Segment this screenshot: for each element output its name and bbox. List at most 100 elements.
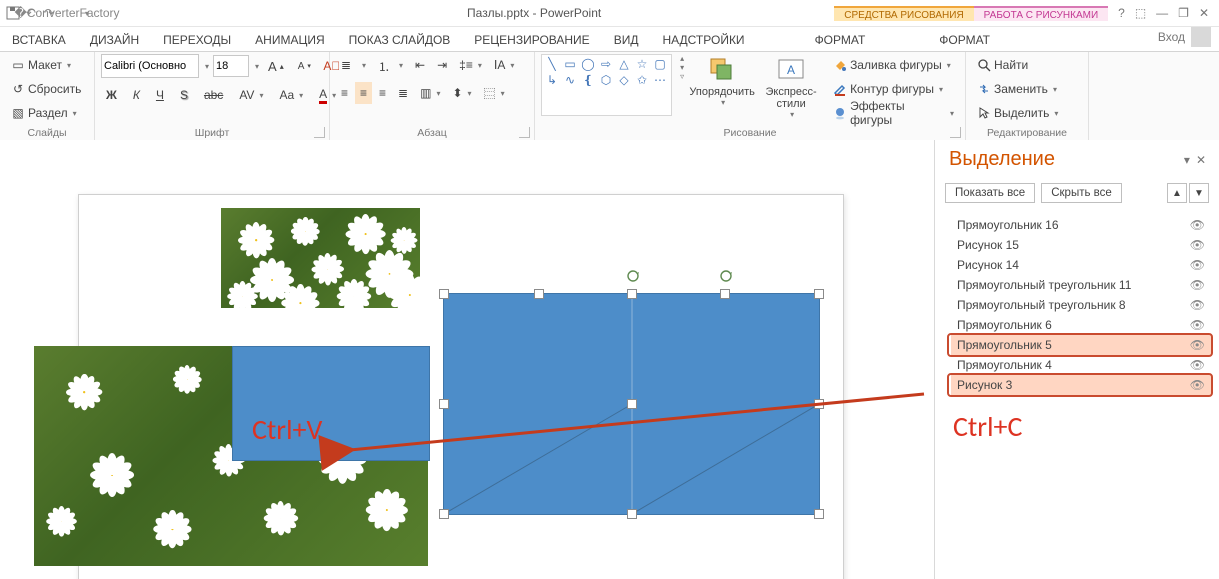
shape-star-icon[interactable]: ☆	[634, 57, 650, 71]
justify-button[interactable]: ≣	[393, 82, 413, 104]
rotation-handle-1[interactable]	[627, 270, 639, 282]
visibility-toggle-icon[interactable]: 👁	[1190, 318, 1205, 332]
selection-handle-br[interactable]	[814, 509, 824, 519]
selection-item-2[interactable]: Рисунок 14👁	[951, 255, 1211, 275]
pane-close-icon[interactable]: ✕	[1193, 153, 1209, 167]
shape-effects-button[interactable]: Эффекты фигуры▾	[828, 102, 959, 124]
tab-format-picture[interactable]: ФОРМАТ	[927, 28, 1002, 51]
font-name-combo[interactable]	[101, 54, 199, 78]
numbering-button[interactable]: ⒈▾	[373, 54, 408, 76]
rotation-handle-2[interactable]	[720, 270, 732, 282]
selection-handle-bm[interactable]	[627, 509, 637, 519]
quick-styles-button[interactable]: A Экспресс-стили▾	[760, 54, 822, 121]
selection-handle-inner-t2[interactable]	[720, 289, 730, 299]
reset-button[interactable]: ↺ Сбросить	[6, 78, 88, 100]
shape-oval-icon[interactable]: ◯	[580, 57, 596, 71]
selection-handle-ml[interactable]	[439, 399, 449, 409]
selection-handle-inner-t1[interactable]	[534, 289, 544, 299]
tab-addins[interactable]: НАДСТРОЙКИ	[650, 28, 756, 51]
change-case-button[interactable]: Aa▾	[274, 84, 308, 106]
shape-brace-icon[interactable]: ❴	[580, 73, 596, 87]
shrink-font-button[interactable]: A▾	[293, 55, 316, 77]
line-spacing-button[interactable]: ‡≡▾	[454, 54, 487, 76]
pane-options-icon[interactable]: ▾	[1181, 153, 1193, 167]
section-button[interactable]: ▧ Раздел▾	[6, 102, 88, 124]
gallery-scroll-down-icon[interactable]: ▾	[678, 63, 684, 72]
shape-hexagon-icon[interactable]: ⬡	[598, 73, 614, 87]
shape-curve-icon[interactable]: ∿	[562, 73, 578, 87]
shape-callout-icon[interactable]: ✩	[634, 73, 650, 87]
find-button[interactable]: Найти	[972, 54, 1082, 76]
selection-handle-bl[interactable]	[439, 509, 449, 519]
font-dialog-launcher-icon[interactable]	[314, 127, 325, 138]
visibility-toggle-icon[interactable]: 👁	[1190, 278, 1205, 292]
shape-roundrect-icon[interactable]: ▢	[652, 57, 668, 71]
visibility-toggle-icon[interactable]: 👁	[1190, 358, 1205, 372]
tab-animations[interactable]: АНИМАЦИЯ	[243, 28, 336, 51]
bullets-button[interactable]: ≣▾	[336, 54, 371, 76]
strikethrough-button[interactable]: abc	[199, 84, 228, 106]
text-direction-button[interactable]: ⅠA▾	[489, 54, 520, 76]
convert-smartart-button[interactable]: ⿳▾	[479, 82, 510, 104]
shape-connector-icon[interactable]: ↳	[544, 73, 560, 87]
tab-format-drawing[interactable]: ФОРМАТ	[803, 28, 878, 51]
shape-fill-button[interactable]: Заливка фигуры▾	[828, 54, 959, 76]
help-icon[interactable]: ?	[1118, 6, 1125, 20]
selection-handle-mr[interactable]	[814, 399, 824, 409]
selection-item-6[interactable]: Прямоугольник 5👁	[951, 335, 1211, 355]
ribbon-display-options-icon[interactable]: ⬚	[1135, 6, 1146, 20]
picture-daisies-top[interactable]	[221, 208, 420, 308]
tab-transitions[interactable]: ПЕРЕХОДЫ	[151, 28, 243, 51]
paragraph-dialog-launcher-icon[interactable]	[519, 127, 530, 138]
align-right-button[interactable]: ≡	[374, 82, 391, 104]
restore-icon[interactable]: ❐	[1178, 6, 1189, 20]
selection-item-4[interactable]: Прямоугольный треугольник 8👁	[951, 295, 1211, 315]
tab-insert[interactable]: ВСТАВКА	[0, 28, 78, 51]
increase-indent-button[interactable]: ⇥	[432, 54, 452, 76]
visibility-toggle-icon[interactable]: 👁	[1190, 218, 1205, 232]
decrease-indent-button[interactable]: ⇤	[410, 54, 430, 76]
grow-font-button[interactable]: A▴	[263, 55, 289, 77]
start-slideshow-icon[interactable]: �ConverterFactory	[60, 6, 74, 20]
font-name-dropdown-icon[interactable]: ▾	[203, 62, 209, 71]
visibility-toggle-icon[interactable]: 👁	[1190, 338, 1205, 352]
shape-more-icon[interactable]: ⋯	[652, 73, 668, 87]
hide-all-button[interactable]: Скрыть все	[1041, 183, 1122, 203]
shape-rect-icon[interactable]: ▭	[562, 57, 578, 71]
slide-canvas[interactable]: Ctrl+V	[0, 140, 934, 579]
selection-handle-tm[interactable]	[627, 289, 637, 299]
move-down-icon[interactable]: ▼	[1189, 183, 1209, 203]
close-icon[interactable]: ✕	[1199, 6, 1209, 20]
selection-item-3[interactable]: Прямоугольный треугольник 11👁	[951, 275, 1211, 295]
char-spacing-button[interactable]: AV▾	[234, 84, 268, 106]
underline-button[interactable]: Ч	[151, 84, 169, 106]
drawing-dialog-launcher-icon[interactable]	[950, 127, 961, 138]
selection-handle-tl[interactable]	[439, 289, 449, 299]
shape-triangle-icon[interactable]: △	[616, 57, 632, 71]
visibility-toggle-icon[interactable]: 👁	[1190, 298, 1205, 312]
tab-review[interactable]: РЕЦЕНЗИРОВАНИЕ	[462, 28, 601, 51]
minimize-icon[interactable]: —	[1156, 6, 1168, 20]
shape-diamond-icon[interactable]: ◇	[616, 73, 632, 87]
visibility-toggle-icon[interactable]: 👁	[1190, 258, 1205, 272]
arrange-button[interactable]: Упорядочить▾	[690, 54, 754, 109]
selection-item-5[interactable]: Прямоугольник 6👁	[951, 315, 1211, 335]
tab-view[interactable]: ВИД	[602, 28, 651, 51]
selection-item-0[interactable]: Прямоугольник 16👁	[951, 215, 1211, 235]
align-left-button[interactable]: ≡	[336, 82, 353, 104]
shape-line-icon[interactable]: ╲	[544, 57, 560, 71]
visibility-toggle-icon[interactable]: 👁	[1190, 238, 1205, 252]
sign-in-control[interactable]: Вход	[1150, 23, 1219, 51]
align-text-button[interactable]: ⬍▾	[447, 82, 476, 104]
select-button[interactable]: Выделить▾	[972, 102, 1082, 124]
text-shadow-button[interactable]: S	[175, 84, 193, 106]
selection-item-7[interactable]: Прямоугольник 4👁	[951, 355, 1211, 375]
layout-button[interactable]: ▭ Макет▾	[6, 54, 88, 76]
selection-handle-tr[interactable]	[814, 289, 824, 299]
italic-button[interactable]: К	[128, 84, 145, 106]
tab-design[interactable]: ДИЗАЙН	[78, 28, 151, 51]
align-center-button[interactable]: ≡	[355, 82, 372, 104]
tab-slideshow[interactable]: ПОКАЗ СЛАЙДОВ	[337, 28, 463, 51]
visibility-toggle-icon[interactable]: 👁	[1190, 378, 1205, 392]
columns-button[interactable]: ▥▾	[415, 82, 445, 104]
